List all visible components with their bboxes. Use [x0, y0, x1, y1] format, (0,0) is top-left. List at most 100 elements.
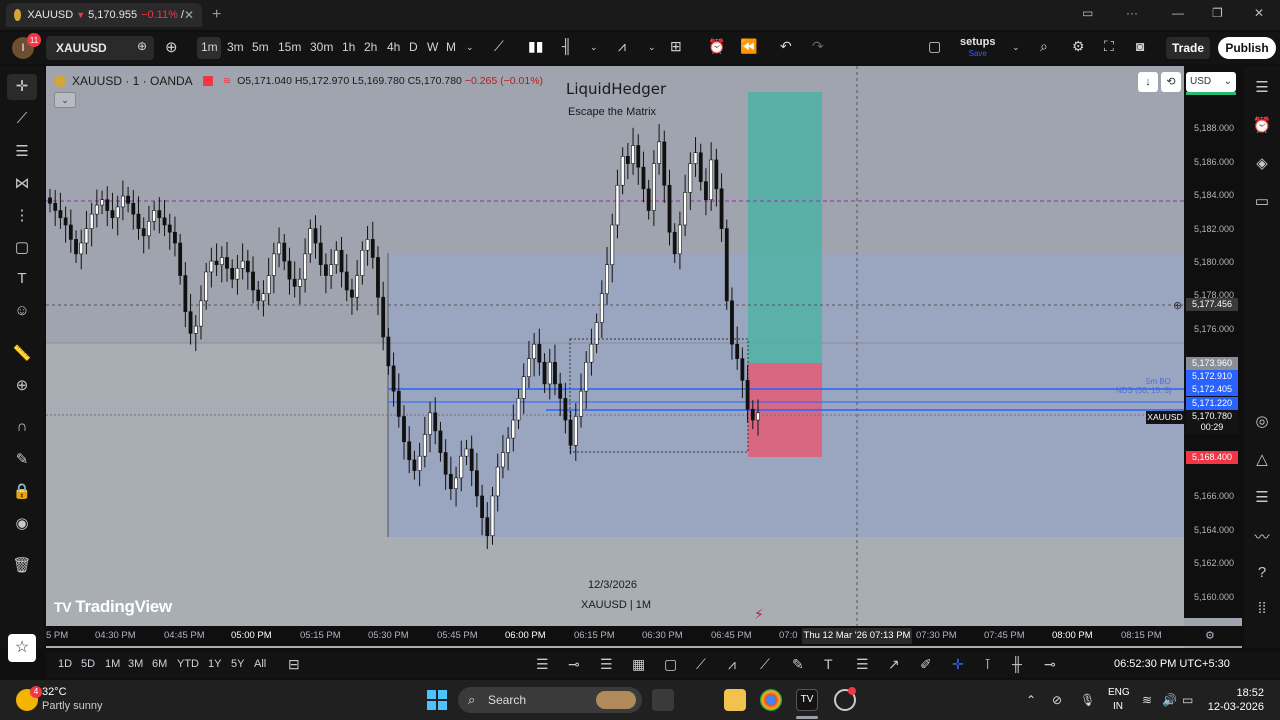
forecast-tool-icon[interactable]: ⋮ [12, 206, 32, 224]
windows-start-icon[interactable] [427, 690, 447, 710]
chevron-down-icon[interactable]: ⌄ [466, 42, 474, 53]
price-scale[interactable]: 5,188.000 5,186.000 5,184.000 5,182.000 … [1184, 66, 1242, 618]
crosshair-tool-icon[interactable]: ✛ [7, 74, 37, 100]
drawing-grid-icon[interactable]: ▦ [632, 656, 645, 673]
drawing-line-icon[interactable]: ⟋ [696, 656, 706, 673]
timeframe-15m[interactable]: 15m [278, 40, 301, 54]
add-to-watchlist-icon[interactable]: ⊕ [137, 39, 147, 53]
eye-icon[interactable]: ◉ [12, 514, 32, 532]
favorites-star-icon[interactable]: ☆ [8, 634, 36, 662]
close-window-icon[interactable]: ✕ [1254, 6, 1264, 20]
add-alert-plus-icon[interactable]: ⊕ [1173, 299, 1182, 312]
file-explorer-icon[interactable] [724, 689, 746, 711]
range-5y[interactable]: 5Y [231, 658, 244, 670]
timeframe-3m[interactable]: 3m [227, 40, 244, 54]
range-1y[interactable]: 1Y [208, 658, 221, 670]
timeframe-d[interactable]: D [409, 40, 418, 54]
settings-icon[interactable]: ⚙ [1072, 38, 1085, 55]
ideas-icon[interactable]: △ [1252, 450, 1272, 468]
maximize-icon[interactable]: ❐ [1212, 6, 1223, 20]
collapse-legend-button[interactable]: ⌄ [54, 92, 76, 108]
replay-icon[interactable]: ⏪ [740, 38, 757, 55]
watchlist-icon[interactable]: ☰ [1252, 78, 1272, 96]
time-scale[interactable]: 5 PM 04:30 PM 04:45 PM 05:00 PM 05:15 PM… [46, 626, 1242, 646]
timeframe-2h[interactable]: 2h [364, 40, 377, 54]
compare-symbol-icon[interactable]: ⊕ [165, 38, 178, 56]
drawing-rect-icon[interactable]: ▢ [664, 656, 677, 673]
trendline-tool-icon[interactable]: ⟋ [12, 110, 32, 127]
timeframe-m[interactable]: M [446, 40, 456, 54]
streams-icon[interactable]: 〰 [1252, 526, 1272, 547]
magnet-tool-icon[interactable]: ∩ [12, 418, 32, 435]
volume-icon[interactable]: 🔊 [1162, 693, 1177, 707]
camera-icon[interactable]: ◙ [1136, 38, 1144, 54]
candles-icon[interactable]: ▮▮ [528, 38, 543, 55]
event-icon[interactable]: ⚡ [754, 607, 764, 623]
battery-icon[interactable]: ▭ [1182, 693, 1193, 707]
templates-icon[interactable]: ⊞ [670, 38, 682, 55]
lang-top[interactable]: ENG [1108, 687, 1130, 698]
zoom-tool-icon[interactable]: ⊕ [12, 376, 32, 394]
setups-button[interactable]: setups Save [960, 36, 995, 60]
drawing-crosshair-icon[interactable]: ✛ [952, 656, 964, 673]
timeframe-1m[interactable]: 1m [201, 40, 218, 54]
trash-icon[interactable]: 🗑 [12, 556, 32, 574]
timeframe-4h[interactable]: 4h [387, 40, 400, 54]
screen-icon[interactable]: ▭ [1082, 6, 1093, 20]
range-5d[interactable]: 5D [81, 658, 95, 670]
layers-icon[interactable]: ◈ [1252, 154, 1272, 172]
timeframe-w[interactable]: W [427, 40, 438, 54]
layout-icon[interactable]: ▢ [928, 38, 941, 55]
drawing-fib-icon[interactable]: ☰ [536, 656, 549, 673]
timeframe-1h[interactable]: 1h [342, 40, 355, 54]
taskbar-search[interactable]: ⌕ Search [458, 687, 642, 713]
ruler-tool-icon[interactable]: 📏 [12, 344, 32, 362]
tradingview-app-icon[interactable]: TV [796, 689, 818, 711]
publish-button[interactable]: Publish [1218, 37, 1276, 59]
help-icon[interactable]: ? [1252, 564, 1272, 581]
range-ytd[interactable]: YTD [177, 658, 199, 670]
lock-drawing-icon[interactable]: ✎ [12, 450, 32, 468]
drawing-text-icon[interactable]: T [824, 656, 833, 672]
task-view-icon[interactable] [652, 689, 674, 711]
drawing-hline-icon[interactable]: ⊸ [568, 656, 580, 673]
target-icon[interactable]: ◎ [1252, 412, 1272, 430]
chat-icon[interactable]: ▭ [1252, 192, 1272, 210]
drawing-pen-icon[interactable]: ✐ [920, 656, 932, 673]
drawing-ray-icon[interactable]: ⟋ [760, 656, 770, 673]
range-3m[interactable]: 3M [128, 658, 143, 670]
price-chart[interactable]: 5m BO NDS (30, 15, 5) ⊕ ⚡ [46, 66, 1242, 648]
drawing-arrow-icon[interactable]: ↗ [888, 656, 900, 673]
apps-icon[interactable]: ⁞⁞ [1252, 600, 1272, 617]
shapes-tool-icon[interactable]: ▢ [12, 238, 32, 256]
network-off-icon[interactable]: ⊘ [1052, 693, 1062, 707]
chart-pane[interactable]: 5m BO NDS (30, 15, 5) ⊕ ⚡ XAUUSD · 1 · O… [46, 66, 1242, 648]
text-tool-icon[interactable]: T [12, 270, 32, 287]
drawing-brush-icon[interactable]: ✎ [792, 656, 804, 673]
indicators-icon[interactable]: ⩘ [618, 38, 626, 55]
minimize-icon[interactable]: — [1172, 6, 1184, 20]
taskbar-clock[interactable]: 18:52 12-03-2026 [1204, 686, 1264, 714]
alerts-icon[interactable]: ⏰ [1252, 116, 1272, 134]
refresh-icon[interactable]: ⟲ [1161, 72, 1181, 92]
range-all[interactable]: All [254, 658, 266, 670]
drawing-bars-icon[interactable]: ╫ [1012, 656, 1022, 672]
alert-icon[interactable]: ⏰ [708, 38, 725, 55]
timeframe-5m[interactable]: 5m [252, 40, 269, 54]
drawing-path-icon[interactable]: ⩘ [728, 656, 736, 673]
wifi-icon[interactable]: ≋ [1142, 693, 1152, 707]
redo-icon[interactable]: ↷ [812, 38, 824, 55]
target-zone[interactable] [748, 92, 822, 363]
range-1d[interactable]: 1D [58, 658, 72, 670]
pine-icon[interactable]: ☰ [1252, 488, 1272, 506]
line-chart-icon[interactable]: ⟋ [494, 38, 504, 55]
bars-icon[interactable]: ╢ [562, 38, 572, 54]
legend-title[interactable]: XAUUSD · 1 · OANDA [72, 74, 193, 88]
emoji-tool-icon[interactable]: ☺ [12, 302, 32, 319]
drawing-position-icon[interactable]: ☰ [856, 656, 869, 673]
close-tab-icon[interactable]: ✕ [184, 8, 194, 22]
drawing-hray-icon[interactable]: ⊸ [1044, 656, 1056, 673]
fullscreen-icon[interactable]: ⛶ [1104, 38, 1114, 55]
range-6m[interactable]: 6M [152, 658, 167, 670]
timeframe-30m[interactable]: 30m [310, 40, 333, 54]
